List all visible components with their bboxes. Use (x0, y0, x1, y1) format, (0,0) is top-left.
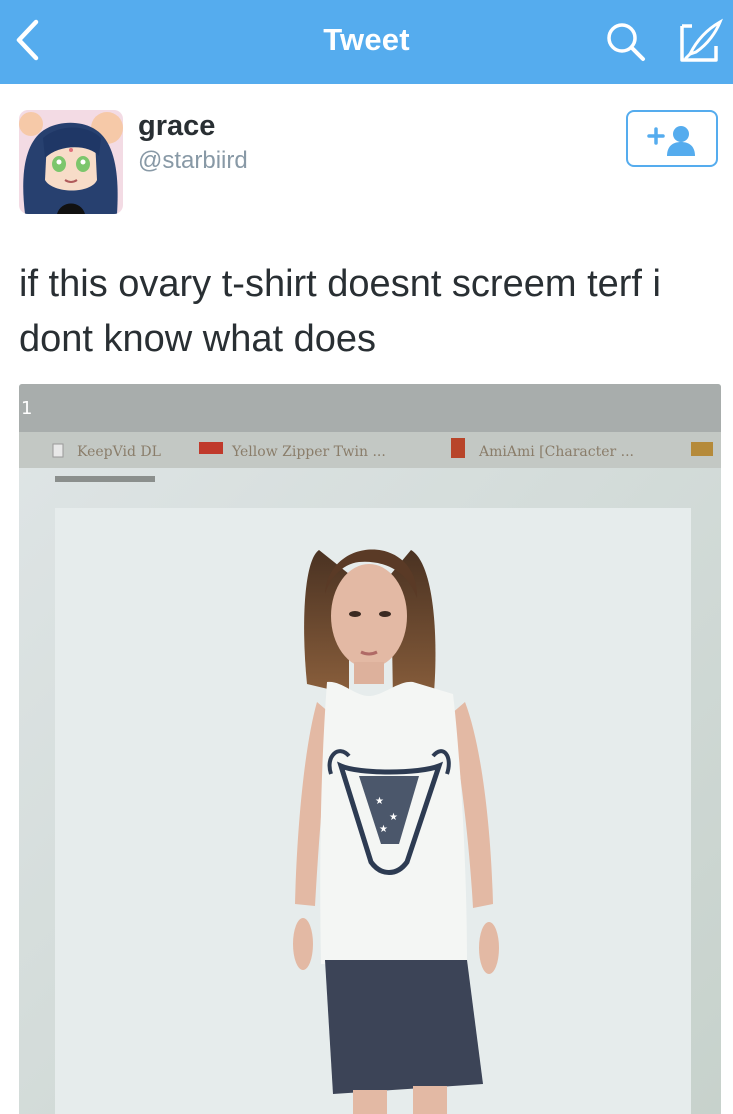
user-handle[interactable]: @starbiird (138, 147, 248, 175)
search-button[interactable] (600, 18, 652, 66)
compose-button[interactable] (670, 16, 726, 68)
svg-text:★: ★ (375, 796, 384, 807)
avatar[interactable] (19, 110, 123, 214)
display-name[interactable]: grace (138, 110, 215, 143)
search-icon (607, 23, 645, 61)
tweet-photo[interactable]: 1 KeepVid DL Yellow Zipper Twin ... AmiA… (19, 384, 721, 1114)
add-user-icon (647, 126, 695, 156)
bookmark-yellow-zipper: Yellow Zipper Twin ... (231, 444, 386, 460)
tab-number: 1 (21, 398, 32, 419)
svg-text:★: ★ (389, 812, 398, 823)
tweet-text: if this ovary t-shirt doesnt screem terf… (19, 263, 661, 360)
nav-bar: Tweet (0, 0, 733, 84)
bookmark-amiami: AmiAmi [Character ... (478, 444, 634, 460)
avatar-image (19, 110, 123, 214)
follow-button[interactable] (626, 110, 718, 167)
bookmark-keepvid: KeepVid DL (77, 444, 161, 460)
compose-icon (680, 18, 723, 62)
svg-text:★: ★ (379, 824, 388, 835)
photo-image: 1 KeepVid DL Yellow Zipper Twin ... AmiA… (19, 384, 721, 1114)
